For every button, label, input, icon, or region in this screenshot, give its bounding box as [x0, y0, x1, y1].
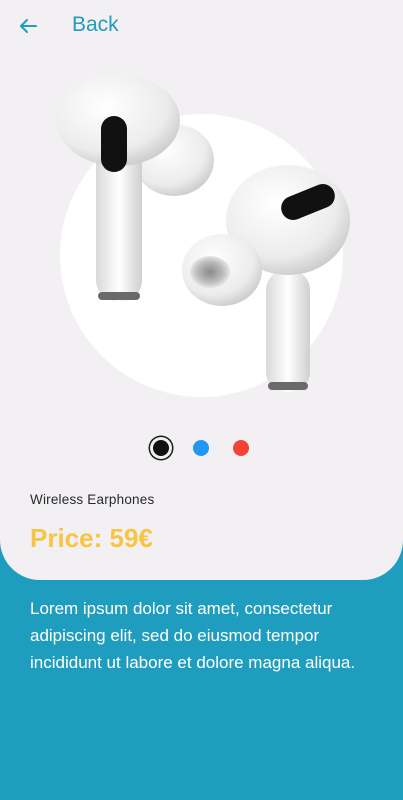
product-card: Back Wireless Earphones Price: 59€ — [0, 0, 403, 580]
product-description: Lorem ipsum dolor sit amet, consectetur … — [30, 599, 356, 672]
color-swatch-black[interactable] — [153, 440, 169, 456]
earbuds-image — [56, 74, 350, 392]
product-price: Price: 59€ — [30, 523, 153, 553]
app-bar: Back — [0, 0, 403, 50]
color-swatch-red[interactable] — [233, 440, 249, 456]
arrow-left-icon[interactable] — [16, 14, 40, 38]
back-button[interactable]: Back — [72, 11, 119, 39]
color-swatch-blue[interactable] — [193, 440, 209, 456]
product-image-area — [40, 70, 370, 400]
product-name: Wireless Earphones — [30, 492, 155, 507]
color-selector — [147, 434, 257, 462]
